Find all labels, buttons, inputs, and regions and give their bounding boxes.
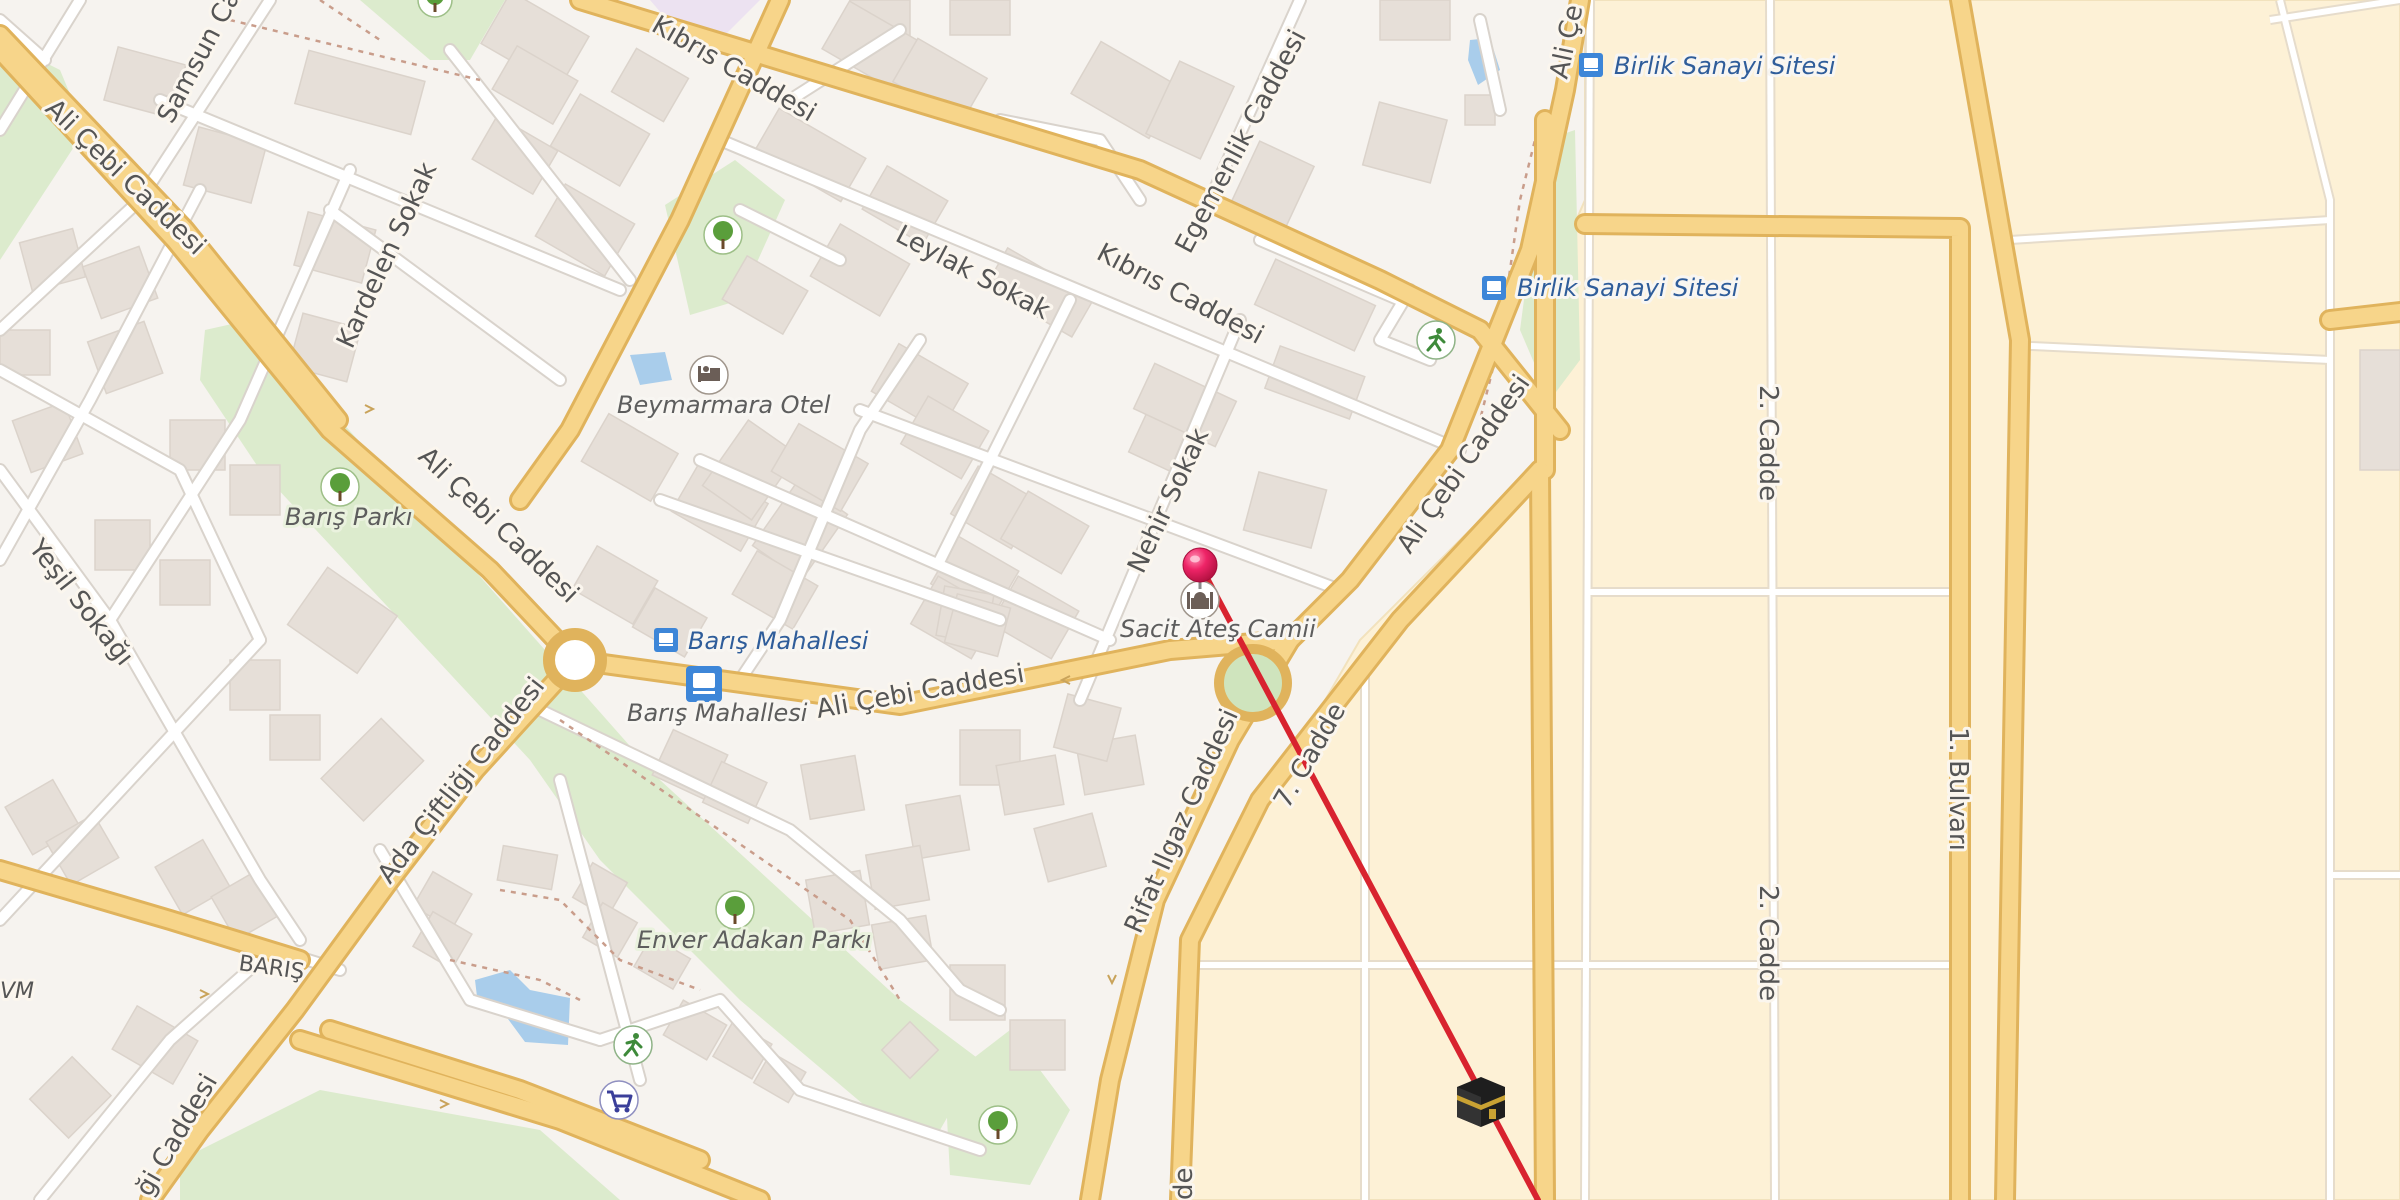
poi-label-park: Barış Parkı — [285, 503, 412, 531]
street-label: 2. Cadde — [1753, 385, 1783, 501]
street-label: de — [1169, 1168, 1199, 1200]
street-label: 1. Bulvarı — [1943, 727, 1973, 851]
poi-label-park: Enver Adakan Parkı — [637, 926, 871, 954]
street-label: 2. Cadde — [1753, 885, 1783, 1001]
tree-icon — [703, 215, 743, 255]
bus-stop-icon[interactable] — [1579, 53, 1603, 77]
tree-icon — [715, 890, 755, 930]
fitness-icon[interactable] — [1416, 320, 1456, 360]
bus-stop-icon[interactable] — [1482, 276, 1506, 300]
bus-stop-label: Birlik Sanayi Sitesi — [1517, 274, 1739, 302]
fitness-icon[interactable] — [613, 1025, 653, 1065]
bus-stop-icon[interactable] — [654, 628, 678, 652]
tree-icon — [320, 467, 360, 507]
tree-icon — [978, 1105, 1018, 1145]
shopping-cart-icon[interactable] — [599, 1080, 639, 1120]
poi-label-hotel: Beymarmara Otel — [617, 391, 831, 419]
bus-stop-label: Barış Mahallesi — [627, 699, 808, 727]
street-label: VM — [0, 979, 34, 1004]
map-canvas[interactable]: Samsun Cad Ali Çebi Caddesi Kıbrıs Cadde… — [0, 0, 2400, 1200]
bus-stop-icon[interactable] — [686, 666, 722, 702]
bus-stop-label: Barış Mahallesi — [688, 627, 869, 655]
kaaba-icon — [1457, 1077, 1505, 1127]
poi-label-mosque: Sacit Ateş Camii — [1120, 615, 1316, 643]
hotel-icon[interactable] — [689, 355, 729, 395]
bus-stop-label: Birlik Sanayi Sitesi — [1614, 52, 1836, 80]
